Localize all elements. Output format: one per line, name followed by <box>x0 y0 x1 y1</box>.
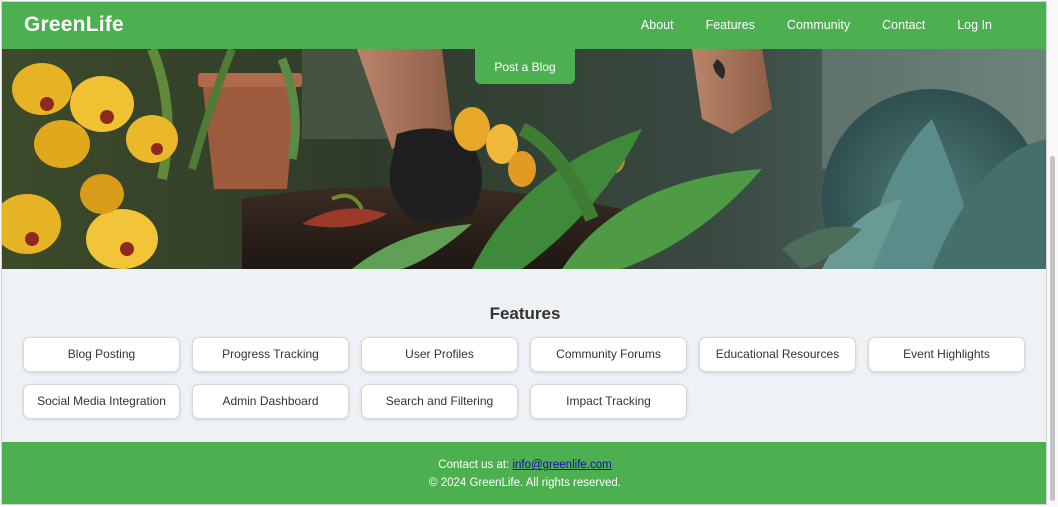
post-blog-button[interactable]: Post a Blog <box>475 49 575 84</box>
feature-card-search-and-filtering[interactable]: Search and Filtering <box>361 384 518 419</box>
scrollbar-thumb[interactable] <box>1050 156 1055 501</box>
navbar: GreenLife About Features Community Conta… <box>2 2 1046 49</box>
feature-card-progress-tracking[interactable]: Progress Tracking <box>192 337 349 372</box>
feature-card-impact-tracking[interactable]: Impact Tracking <box>530 384 687 419</box>
nav-link-about[interactable]: About <box>641 2 674 49</box>
nav-link-contact[interactable]: Contact <box>882 2 925 49</box>
footer-copyright: © 2024 GreenLife. All rights reserved. <box>429 477 621 489</box>
footer: Contact us at: info@greenlife.com © 2024… <box>2 442 1046 504</box>
browser-viewport: GreenLife About Features Community Conta… <box>0 0 1058 507</box>
feature-card-blog-posting[interactable]: Blog Posting <box>23 337 180 372</box>
feature-card-social-media-integration[interactable]: Social Media Integration <box>23 384 180 419</box>
footer-contact: Contact us at: info@greenlife.com <box>2 458 1046 472</box>
footer-contact-label: Contact us at: <box>438 459 510 471</box>
nav-link-login[interactable]: Log In <box>957 2 992 49</box>
features-heading: Features <box>489 304 561 323</box>
feature-card-admin-dashboard[interactable]: Admin Dashboard <box>192 384 349 419</box>
site-logo[interactable]: GreenLife <box>24 12 124 38</box>
vertical-scrollbar[interactable] <box>1047 0 1058 507</box>
nav-link-community[interactable]: Community <box>787 2 850 49</box>
page: GreenLife About Features Community Conta… <box>1 1 1047 505</box>
feature-card-educational-resources[interactable]: Educational Resources <box>699 337 856 372</box>
feature-card-user-profiles[interactable]: User Profiles <box>361 337 518 372</box>
nav-links: About Features Community Contact Log In <box>609 2 992 49</box>
nav-link-features[interactable]: Features <box>706 2 755 49</box>
feature-card-community-forums[interactable]: Community Forums <box>530 337 687 372</box>
footer-email-link[interactable]: info@greenlife.com <box>512 459 611 471</box>
feature-card-event-highlights[interactable]: Event Highlights <box>868 337 1025 372</box>
